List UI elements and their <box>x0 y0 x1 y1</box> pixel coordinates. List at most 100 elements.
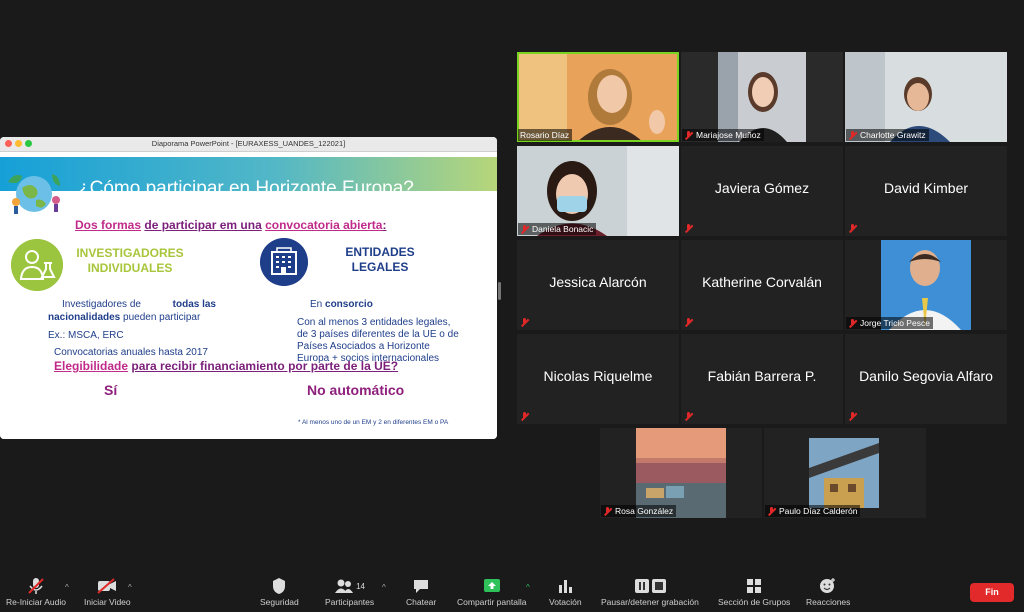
minimize-dot-icon[interactable] <box>15 140 22 147</box>
right-heading-line: LEGALES <box>351 260 409 274</box>
right-text-line: de 3 países diferentes de la UE o de <box>297 329 459 340</box>
reactions-label: Reacciones <box>806 597 851 607</box>
shield-icon <box>273 578 286 594</box>
participant-tile[interactable]: Nicolas Riquelme <box>517 334 679 424</box>
globe-illustration-icon <box>8 174 60 214</box>
resize-handle[interactable] <box>498 282 501 300</box>
participant-tile[interactable]: Jorge Tricio Pesce <box>845 240 1007 330</box>
participant-tile[interactable]: Katherine Corvalán <box>681 240 843 330</box>
participant-name: Rosario Díaz <box>520 130 570 140</box>
recording-label: Pausar/detener grabación <box>601 597 699 607</box>
share-label: Compartir pantalla <box>457 597 527 607</box>
end-meeting-button[interactable]: Fin <box>970 583 1014 602</box>
reactions-button[interactable]: Reacciones <box>806 577 850 607</box>
mic-muted-icon <box>520 412 529 421</box>
smiley-reaction-icon <box>820 578 836 593</box>
chat-button[interactable]: Chatear <box>406 577 436 607</box>
right-text-line: Con al menos 3 entidades legales, <box>297 317 451 328</box>
poll-label: Votación <box>549 597 582 607</box>
participant-tile[interactable]: Mariajose Muñoz <box>681 52 843 142</box>
left-heading: INVESTIGADORES INDIVIDUALES <box>68 246 192 276</box>
mic-muted-icon <box>684 412 693 421</box>
window-title: Diaporama PowerPoint - [EURAXESS_UANDES_… <box>151 139 346 148</box>
text-part: Investigadores de <box>62 299 141 310</box>
video-options-chevron-icon[interactable]: ^ <box>128 583 132 592</box>
participant-name: Nicolas Riquelme <box>543 368 653 384</box>
answer-left: Sí <box>104 382 118 398</box>
participant-tile[interactable]: Danilo Segovia Alfaro <box>845 334 1007 424</box>
answer-right: No automático <box>307 382 405 398</box>
right-text-line: Países Asociados a Horizonte <box>297 341 467 352</box>
participant-name: Fabián Barrera P. <box>707 368 817 384</box>
participants-count: 14 <box>356 581 366 591</box>
audio-button[interactable]: Re-Iniciar Audio <box>6 577 66 607</box>
participant-tile[interactable]: Paulo Díaz Calderón <box>764 428 926 518</box>
share-options-chevron-icon[interactable]: ^ <box>526 583 530 592</box>
participant-tile[interactable]: David Kimber <box>845 146 1007 236</box>
mic-muted-icon <box>848 224 857 233</box>
slide: ¿Cómo participar en Horizonte Europa? Do… <box>0 152 497 439</box>
researcher-icon <box>11 239 63 291</box>
audio-options-chevron-icon[interactable]: ^ <box>65 583 69 592</box>
participants-button[interactable]: 14 Participantes <box>325 577 374 607</box>
participant-name-label: Jorge Tricio Pesce <box>846 317 933 329</box>
audio-label: Re-Iniciar Audio <box>6 597 67 607</box>
participant-name-label: Rosa González <box>601 505 677 517</box>
participant-tile[interactable]: Jessica Alarcón <box>517 240 679 330</box>
subtitle-part: convocatoria abierta <box>265 218 383 232</box>
participant-tile[interactable]: Daniela Bonacic <box>517 146 679 236</box>
building-icon <box>260 238 308 286</box>
pause-stop-recording-icon <box>634 579 666 593</box>
participant-name-label: Rosario Díaz <box>518 129 573 141</box>
right-text-line: En consorcio <box>310 299 373 310</box>
mic-muted-icon <box>684 318 693 327</box>
video-label: Iniciar Video <box>84 597 131 607</box>
participant-name: Rosa González <box>615 506 674 516</box>
left-text-line: Ex.: MSCA, ERC <box>48 330 124 341</box>
participants-options-chevron-icon[interactable]: ^ <box>382 583 386 592</box>
participant-name: David Kimber <box>883 180 969 196</box>
slide-subtitle: Dos formas de participar em una convocat… <box>75 218 386 232</box>
breakout-rooms-button[interactable]: Sección de Grupos <box>718 577 790 607</box>
maximize-dot-icon[interactable] <box>25 140 32 147</box>
video-button[interactable]: Iniciar Video <box>84 577 131 607</box>
participant-name: Jessica Alarcón <box>549 274 647 290</box>
participant-tile[interactable]: Charlotte Grawitz <box>845 52 1007 142</box>
footnote: * Al menos uno de un EM y 2 en diferente… <box>298 419 449 426</box>
participant-name: Charlotte Grawitz <box>860 130 926 140</box>
participant-tile[interactable]: Rosa González <box>600 428 762 518</box>
mic-muted-icon <box>684 130 693 140</box>
poll-button[interactable]: Votación <box>549 577 582 607</box>
participant-name-label: Mariajose Muñoz <box>682 129 764 141</box>
participant-tile[interactable]: Fabián Barrera P. <box>681 334 843 424</box>
participant-name: Danilo Segovia Alfaro <box>859 368 993 384</box>
share-screen-button[interactable]: Compartir pantalla <box>457 577 526 607</box>
mic-muted-icon <box>603 506 612 516</box>
security-label: Seguridad <box>260 597 299 607</box>
text-part: pueden participar <box>123 312 201 323</box>
shared-screen: Diaporama PowerPoint - [EURAXESS_UANDES_… <box>0 137 497 439</box>
participant-name: Mariajose Muñoz <box>696 130 761 140</box>
recording-button[interactable]: Pausar/detener grabación <box>601 577 699 607</box>
right-heading: ENTIDADES LEGALES <box>330 245 430 275</box>
participant-tile[interactable]: Rosario Díaz <box>517 52 679 142</box>
participants-icon <box>335 579 354 593</box>
question-part: Elegibilidade <box>54 359 129 373</box>
participant-name: Paulo Díaz Calderón <box>779 506 858 516</box>
mic-muted-icon <box>28 578 44 594</box>
mic-muted-icon <box>684 224 693 233</box>
security-button[interactable]: Seguridad <box>260 577 299 607</box>
close-dot-icon[interactable] <box>5 140 12 147</box>
meeting-toolbar: Re-Iniciar Audio ^ Iniciar Video ^ Segur… <box>0 575 1024 612</box>
subtitle-part: de participar em una <box>144 218 262 232</box>
mic-muted-icon <box>848 412 857 421</box>
breakout-label: Sección de Grupos <box>718 597 791 607</box>
participant-name-label: Paulo Díaz Calderón <box>765 505 861 517</box>
mic-muted-icon <box>848 130 857 140</box>
subtitle-part: Dos formas <box>75 218 142 232</box>
right-heading-line: ENTIDADES <box>345 245 415 259</box>
participant-tile[interactable]: Javiera Gómez <box>681 146 843 236</box>
text-part: todas las <box>172 299 216 310</box>
share-screen-icon <box>483 579 500 592</box>
left-text-line: Investigadores de todas las <box>62 299 216 310</box>
